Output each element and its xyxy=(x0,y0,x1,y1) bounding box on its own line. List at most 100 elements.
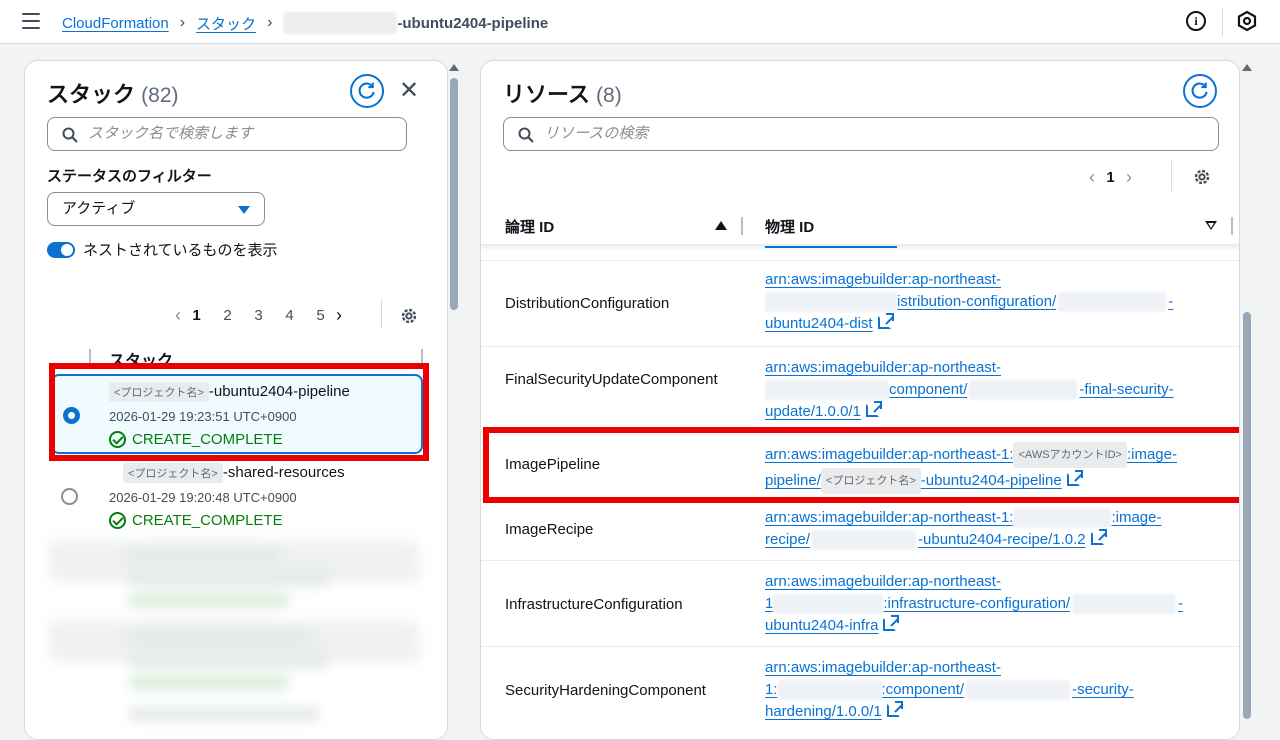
resources-table-header: 論理 ID 物理 ID xyxy=(481,207,1239,245)
stack-created-time: 2026-01-29 19:20:48 UTC+0900 xyxy=(109,490,297,505)
next-page-icon[interactable]: › xyxy=(1126,167,1132,188)
redacted-label: <プロジェクト名> xyxy=(123,463,223,483)
stack-select-radio[interactable] xyxy=(61,488,78,505)
divider xyxy=(381,299,382,329)
resources-panel-title: リソース (8) xyxy=(503,82,622,107)
refresh-resources-button[interactable] xyxy=(1183,74,1217,108)
physical-id-header[interactable]: 物理 ID xyxy=(765,216,814,237)
search-icon xyxy=(518,127,534,143)
table-row: DistributionConfiguration arn:aws:imageb… xyxy=(481,261,1239,347)
chevron-right-icon: › xyxy=(179,14,186,31)
page-3[interactable]: 3 xyxy=(251,307,266,324)
page-2[interactable]: 2 xyxy=(220,307,235,324)
breadcrumb: CloudFormation › スタック › -ubuntu2404-pipe… xyxy=(62,12,548,34)
logical-id: SecurityHardeningComponent xyxy=(505,682,706,699)
page-1[interactable]: 1 xyxy=(1103,169,1118,186)
resources-count: (8) xyxy=(596,84,622,107)
breadcrumb-cloudformation-link[interactable]: CloudFormation xyxy=(62,15,169,32)
blurred-stack-rows xyxy=(49,531,429,739)
external-link-icon xyxy=(886,701,903,717)
stack-status: CREATE_COMPLETE xyxy=(109,512,283,529)
column-divider xyxy=(1231,217,1233,235)
table-row xyxy=(481,246,1239,261)
stack-search-input[interactable]: スタック名で検索します xyxy=(47,117,407,151)
check-circle-icon xyxy=(109,512,126,529)
physical-id-link[interactable]: arn:aws:imagebuilder:ap-northeast- 1::co… xyxy=(765,657,1225,723)
stacks-panel-title: スタック (82) xyxy=(47,82,179,107)
next-page-icon[interactable]: › xyxy=(336,305,342,326)
physical-id-link[interactable]: arn:aws:imagebuilder:ap-northeast- istri… xyxy=(765,269,1225,335)
scroll-up-icon[interactable] xyxy=(449,64,459,71)
redacted-value xyxy=(1072,594,1177,615)
close-icon[interactable]: ✕ xyxy=(399,79,419,103)
external-link-icon xyxy=(883,615,900,631)
column-divider xyxy=(741,217,743,235)
physical-id-link[interactable]: arn:aws:imagebuilder:ap-northeast- compo… xyxy=(765,357,1225,423)
stacks-pagination: ‹ 1 2 3 4 5 › xyxy=(175,305,342,326)
prev-page-icon[interactable]: ‹ xyxy=(175,305,181,326)
page-1[interactable]: 1 xyxy=(189,307,204,324)
show-nested-toggle[interactable] xyxy=(47,242,75,258)
page-4[interactable]: 4 xyxy=(282,307,297,324)
gear-icon[interactable] xyxy=(399,306,419,326)
redacted-value xyxy=(773,594,884,615)
resource-search-input[interactable]: リソースの検索 xyxy=(503,117,1219,151)
refresh-stacks-button[interactable] xyxy=(350,74,384,108)
highlight-box xyxy=(49,363,429,461)
redacted-value xyxy=(777,680,882,701)
page-5[interactable]: 5 xyxy=(313,307,328,324)
resource-search-placeholder: リソースの検索 xyxy=(544,125,649,142)
redacted-value xyxy=(969,380,1078,401)
stacks-scrollbar[interactable] xyxy=(450,78,458,310)
resources-pagination: ‹ 1 › xyxy=(1089,167,1132,188)
search-icon xyxy=(62,127,78,143)
resources-scrollbar[interactable] xyxy=(1243,312,1251,719)
sort-ascending-icon[interactable] xyxy=(715,221,727,230)
status-filter-value: アクティブ xyxy=(62,200,136,217)
external-link-icon xyxy=(865,401,882,417)
external-link-icon xyxy=(877,313,894,329)
logical-id: ImageRecipe xyxy=(505,521,594,538)
stacks-count: (82) xyxy=(141,84,179,107)
redacted-value xyxy=(966,680,1071,701)
physical-id-link[interactable]: arn:aws:imagebuilder:ap-northeast-1::ima… xyxy=(765,507,1225,551)
stack-row[interactable]: <プロジェクト名> -shared-resources 2026-01-29 19… xyxy=(51,457,423,537)
table-row: FinalSecurityUpdateComponent arn:aws:ima… xyxy=(481,347,1239,433)
breadcrumb-current: -ubuntu2404-pipeline xyxy=(397,14,549,32)
logical-id: InfrastructureConfiguration xyxy=(505,596,683,613)
stacks-panel: スタック (82) ✕ スタック名で検索します ステータスのフィルター アクティ… xyxy=(24,60,448,740)
status-filter-select[interactable]: アクティブ xyxy=(47,192,265,226)
menu-icon[interactable] xyxy=(22,13,40,29)
redacted-value xyxy=(1013,508,1112,529)
caret-down-icon xyxy=(238,206,250,214)
table-row: InfrastructureConfiguration arn:aws:imag… xyxy=(481,561,1239,647)
settings-icon[interactable] xyxy=(1236,10,1258,32)
redacted-value xyxy=(765,292,897,313)
table-row: SecurityHardeningComponent arn:aws:image… xyxy=(481,647,1239,739)
status-filter-label: ステータスのフィルター xyxy=(47,168,212,185)
table-row: ImageRecipe arn:aws:imagebuilder:ap-nort… xyxy=(481,499,1239,561)
stack-name[interactable]: <プロジェクト名> -shared-resources xyxy=(123,463,345,483)
top-navigation: CloudFormation › スタック › -ubuntu2404-pipe… xyxy=(0,0,1280,44)
redacted-value xyxy=(1058,292,1167,313)
redacted-value xyxy=(812,530,917,551)
chevron-right-icon: › xyxy=(267,14,273,31)
stack-search-placeholder: スタック名で検索します xyxy=(88,125,254,142)
show-nested-label: ネストされているものを表示 xyxy=(83,242,278,259)
scroll-up-icon[interactable] xyxy=(1242,64,1252,71)
divider xyxy=(1222,8,1223,36)
physical-id-link[interactable]: arn:aws:imagebuilder:ap-northeast- 1:inf… xyxy=(765,571,1225,637)
highlight-box xyxy=(483,427,1239,503)
logical-id-header[interactable]: 論理 ID xyxy=(505,216,554,237)
redacted-project-name xyxy=(283,12,398,34)
sort-toggle-icon[interactable] xyxy=(1205,221,1217,230)
info-icon[interactable]: i xyxy=(1186,11,1206,31)
gear-icon[interactable] xyxy=(1192,167,1212,187)
external-link-icon xyxy=(1090,529,1107,545)
breadcrumb-stacks-link[interactable]: スタック xyxy=(196,13,256,34)
resources-panel: リソース (8) リソースの検索 ‹ 1 › 論理 ID 物理 ID Distr… xyxy=(480,60,1240,740)
redacted-value xyxy=(765,380,889,401)
logical-id: FinalSecurityUpdateComponent xyxy=(505,371,718,388)
divider xyxy=(1171,161,1172,191)
prev-page-icon[interactable]: ‹ xyxy=(1089,167,1095,188)
